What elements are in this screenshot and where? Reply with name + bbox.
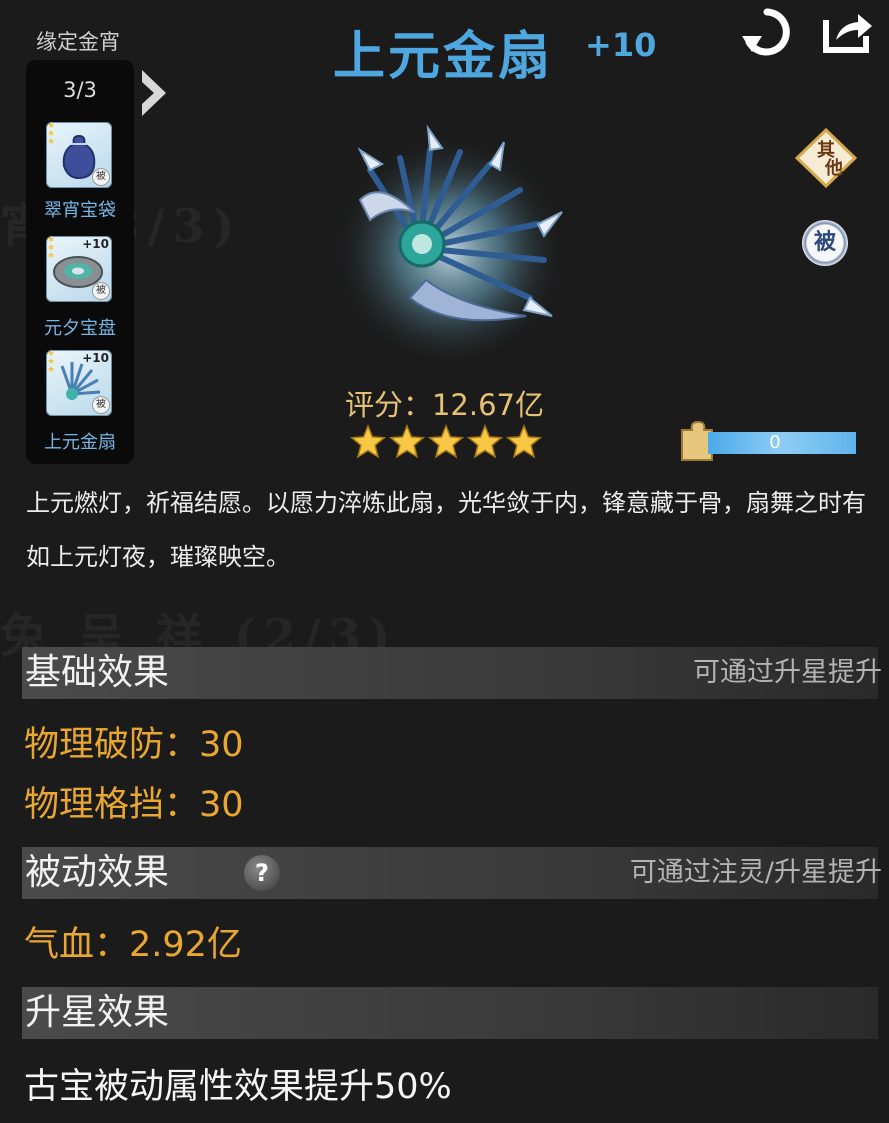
passive-badge[interactable]: 被 bbox=[802, 220, 848, 266]
star-icon bbox=[427, 424, 465, 459]
svg-text:他: 他 bbox=[824, 157, 843, 179]
basic-effects-header: 基础效果 可通过升星提升 bbox=[22, 647, 882, 699]
pouch-icon[interactable]: ★ ★ ★ 被 bbox=[46, 122, 112, 188]
star-up-effects-header: 升星效果 bbox=[22, 987, 878, 1039]
attribute-line: 物理格挡：30 bbox=[24, 785, 244, 825]
plus-level: +10 bbox=[82, 237, 109, 251]
section-title: 被动效果 bbox=[25, 852, 170, 893]
star-icon bbox=[350, 424, 387, 459]
star-up-effect-text: 古宝被动属性效果提升50% bbox=[24, 1067, 452, 1107]
passive-effects-header: 被动效果 ? 可通过注灵/升星提升 bbox=[22, 847, 882, 899]
mini-stars: ★ ★ ★ bbox=[47, 235, 56, 261]
section-hint: 可通过升星提升 bbox=[693, 657, 882, 688]
attribute-line: 物理破防：30 bbox=[24, 725, 244, 765]
star-rating bbox=[350, 424, 543, 459]
share-icon[interactable] bbox=[822, 6, 874, 54]
section-title: 基础效果 bbox=[25, 652, 170, 693]
passive-mark: 被 bbox=[93, 169, 109, 185]
set-item-name: 元夕宝盘 bbox=[44, 318, 116, 339]
set-label: 缘定金宵 bbox=[36, 30, 120, 54]
refresh-icon[interactable] bbox=[740, 6, 794, 58]
item-title: 上元金扇 bbox=[333, 27, 554, 87]
star-icon bbox=[505, 424, 543, 459]
plus-level: +10 bbox=[82, 351, 109, 365]
item-score: 评分：12.67亿 bbox=[344, 388, 545, 422]
set-item-name: 上元金扇 bbox=[44, 432, 116, 453]
help-icon[interactable]: ? bbox=[244, 855, 280, 891]
collapse-arrow-icon[interactable] bbox=[140, 68, 170, 118]
star-icon bbox=[466, 424, 504, 459]
fan-item-image bbox=[332, 122, 568, 358]
mini-stars: ★ ★ ★ bbox=[47, 121, 56, 147]
set-count: 3/3 bbox=[63, 78, 97, 102]
progress-bar: 0 bbox=[708, 432, 856, 454]
other-button[interactable]: 其 他 bbox=[793, 128, 859, 190]
section-title: 升星效果 bbox=[25, 992, 170, 1033]
mini-stars: ★ ★ ★ bbox=[47, 349, 56, 375]
set-item-name: 翠宵宝袋 bbox=[44, 200, 116, 221]
item-description: 上元燃灯，祈福结愿。以愿力淬炼此扇，光华敛于内，锋意藏于骨，扇舞之时有如上元灯夜… bbox=[26, 489, 866, 571]
attribute-line: 气血：2.92亿 bbox=[24, 925, 242, 965]
plate-icon[interactable]: ★ ★ ★ +10 被 bbox=[46, 236, 112, 302]
section-hint: 可通过注灵/升星提升 bbox=[629, 857, 882, 888]
item-plus-level: +10 bbox=[585, 26, 657, 64]
star-icon bbox=[388, 424, 426, 459]
progress-value: 0 bbox=[769, 432, 781, 453]
passive-mark: 被 bbox=[93, 283, 109, 299]
